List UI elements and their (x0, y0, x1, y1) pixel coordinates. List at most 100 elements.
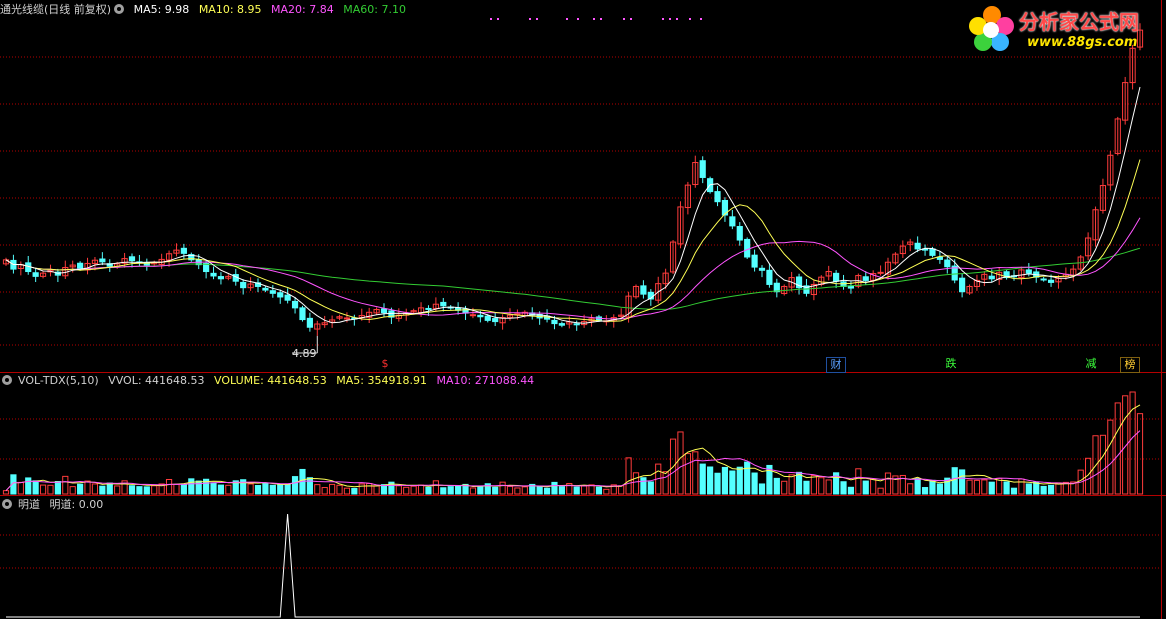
volume-indicator-title[interactable]: VOL-TDX(5,10) (18, 374, 99, 387)
settings-gear-icon[interactable] (2, 499, 12, 509)
volume-bar (180, 484, 187, 495)
volume-bar (1047, 484, 1055, 495)
volume-bar (195, 480, 202, 495)
candle-body (988, 275, 995, 280)
candle-body (217, 276, 225, 280)
logo-url: www.88gs.com (1027, 35, 1138, 50)
candle-body (306, 317, 313, 328)
candle-body (284, 294, 291, 301)
volume-bar (247, 483, 254, 495)
volume-bar (321, 487, 328, 495)
volume-bar (558, 486, 565, 495)
candle-body (914, 242, 921, 250)
volume-bar (862, 480, 869, 495)
ma20-line (5, 217, 1141, 320)
candle-body (1025, 269, 1032, 274)
volume-bar (366, 483, 373, 495)
signal-dot (566, 18, 568, 20)
candle-body (1047, 279, 1055, 283)
volume-bar (17, 481, 24, 495)
candle-body (744, 238, 751, 258)
candle-body (240, 281, 247, 289)
signal-dot (577, 18, 579, 20)
volume-bar (284, 483, 291, 495)
event-tag-drop[interactable]: 跌 (942, 357, 960, 371)
volume-bar (114, 485, 121, 495)
volume-bar (210, 482, 217, 495)
volume-ma10-line (5, 430, 1141, 492)
candle-body (959, 277, 966, 293)
candle-body (77, 262, 84, 270)
candle-body (262, 287, 269, 291)
volume-bar (573, 486, 580, 495)
candle-body (484, 315, 491, 321)
candle-body (766, 269, 773, 285)
candle-body (343, 317, 351, 320)
volume-bar (77, 483, 84, 495)
price-volume-indicator-chart[interactable] (0, 0, 1166, 619)
signal-dot (593, 18, 595, 20)
logo-title: 分析家公式网 (1019, 10, 1139, 34)
volume-bar (91, 483, 99, 495)
signal-dot (676, 18, 678, 20)
volume-bar (351, 487, 358, 495)
signal-dot (669, 18, 671, 20)
volume-bar (277, 483, 284, 495)
volume-bar (981, 479, 988, 495)
event-tag-finance[interactable]: 财 (826, 357, 846, 373)
volume-header: VOL-TDX(5,10) VVOL: 441648.53 VOLUME: 44… (0, 373, 540, 389)
volume-bar (425, 486, 432, 495)
volume-readout: VOLUME: 441648.53 (214, 374, 327, 387)
volume-bar (647, 481, 654, 495)
candle-body (944, 259, 951, 268)
indicator-header: 明道 明道: 0.00 (0, 497, 109, 513)
volume-bar (677, 431, 684, 495)
volume-bar (225, 484, 232, 495)
candle-body (440, 301, 447, 307)
candle-body (477, 314, 484, 318)
volume-bar (803, 480, 810, 495)
volume-bar (1010, 487, 1018, 495)
ma10-line (5, 159, 1141, 322)
candle-body (862, 276, 869, 281)
candle-body (833, 272, 840, 282)
candle-body (929, 248, 936, 256)
signal-dot (497, 18, 499, 20)
volume-bar (825, 479, 832, 495)
volume-bar (536, 485, 543, 495)
volume-bar (632, 472, 640, 495)
volume-bar (951, 467, 958, 495)
volume-bar (373, 485, 380, 495)
volume-bar (128, 485, 136, 495)
candle-body (492, 318, 499, 323)
indicator-line (6, 513, 1140, 618)
volume-bar (410, 485, 417, 495)
volume-bar (1033, 481, 1040, 495)
candle-body (269, 290, 276, 294)
volume-bar (521, 486, 528, 495)
volume-bar (721, 466, 729, 495)
volume-bar (959, 469, 966, 495)
indicator-value-readout: 明道: 0.00 (49, 498, 104, 511)
candle-body (729, 216, 736, 227)
event-tag-reduce[interactable]: 减 (1082, 357, 1100, 371)
volume-bar (751, 472, 758, 495)
volume-bar (966, 479, 973, 495)
volume-bar (921, 487, 929, 495)
volume-bar (173, 483, 180, 495)
volume-bar (492, 486, 499, 495)
indicator-title[interactable]: 明道 (18, 498, 40, 511)
volume-bar (595, 486, 603, 495)
candle-body (291, 300, 299, 309)
volume-bar (758, 483, 766, 495)
volume-bar (395, 485, 402, 495)
settings-gear-icon[interactable] (2, 375, 12, 385)
flower-logo-icon (969, 6, 1014, 51)
volume-bar (151, 485, 158, 495)
event-tag-ranking[interactable]: 榜 (1120, 357, 1140, 373)
candle-body (299, 307, 306, 321)
volume-bar (54, 481, 61, 495)
volume-bar (699, 463, 706, 495)
event-tag-dollar[interactable]: $ (376, 357, 394, 371)
volume-bar (588, 484, 595, 495)
